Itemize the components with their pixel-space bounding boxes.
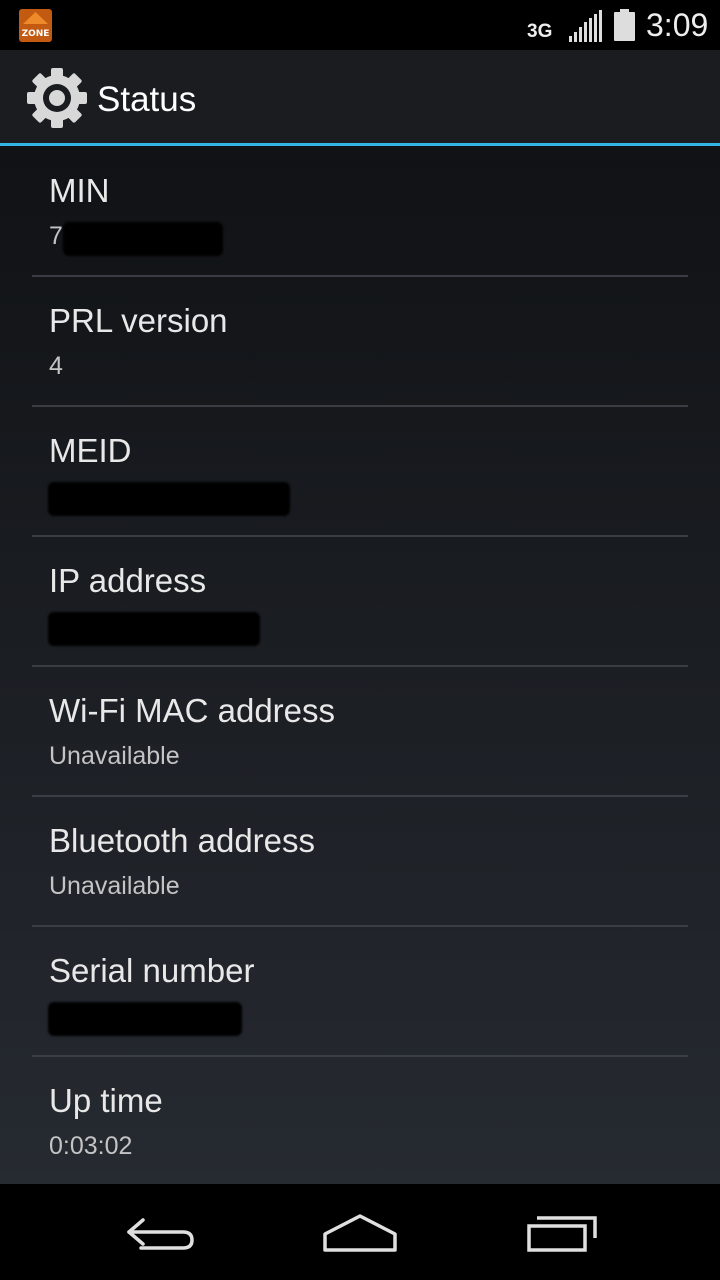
settings-gear-icon[interactable] <box>26 67 88 129</box>
item-label: Serial number <box>49 952 255 989</box>
redaction-mark <box>48 612 260 646</box>
list-item-bluetooth-address[interactable]: Bluetooth address Unavailable <box>32 796 688 927</box>
zone-app-icon: ZONE <box>19 9 52 42</box>
action-bar: Status <box>0 50 720 146</box>
redaction-mark <box>48 1002 242 1036</box>
item-value: 0:03:02 <box>49 1132 133 1160</box>
list-item-wifi-mac-address[interactable]: Wi-Fi MAC address Unavailable <box>32 666 688 797</box>
redaction-mark <box>48 482 290 516</box>
item-value: 7 <box>49 222 63 250</box>
page-title: Status <box>97 80 197 119</box>
zone-icon-text: ZONE <box>21 29 50 39</box>
item-label: MIN <box>49 172 110 209</box>
item-value: 4 <box>49 352 63 380</box>
list-item-up-time[interactable]: Up time 0:03:02 <box>32 1056 688 1185</box>
item-label: Bluetooth address <box>49 822 316 859</box>
item-label: Up time <box>49 1082 163 1119</box>
home-icon[interactable] <box>315 1198 405 1266</box>
network-type: 3G <box>527 21 553 42</box>
battery-icon <box>614 9 635 41</box>
item-label: Wi-Fi MAC address <box>49 692 336 729</box>
item-label: IP address <box>49 562 207 599</box>
status-bar: ZONE 3G 3:09 <box>0 0 720 50</box>
status-list: MIN 7 PRL version 4 MEID IP address Wi-F… <box>0 146 720 1184</box>
clock: 3:09 <box>646 7 709 43</box>
back-icon[interactable] <box>115 1198 205 1266</box>
redaction-mark <box>63 222 223 256</box>
item-value: Unavailable <box>49 872 180 900</box>
list-item-min[interactable]: MIN 7 <box>32 146 688 277</box>
signal-bars-icon <box>568 10 604 42</box>
item-label: MEID <box>49 432 132 469</box>
list-item-prl-version[interactable]: PRL version 4 <box>32 276 688 407</box>
recent-apps-icon[interactable] <box>517 1198 607 1266</box>
navigation-bar <box>0 1184 720 1280</box>
item-value: Unavailable <box>49 742 180 770</box>
item-label: PRL version <box>49 302 228 339</box>
list-item-serial-number[interactable]: Serial number <box>32 926 688 1057</box>
list-item-ip-address[interactable]: IP address <box>32 536 688 667</box>
list-item-meid[interactable]: MEID <box>32 406 688 537</box>
